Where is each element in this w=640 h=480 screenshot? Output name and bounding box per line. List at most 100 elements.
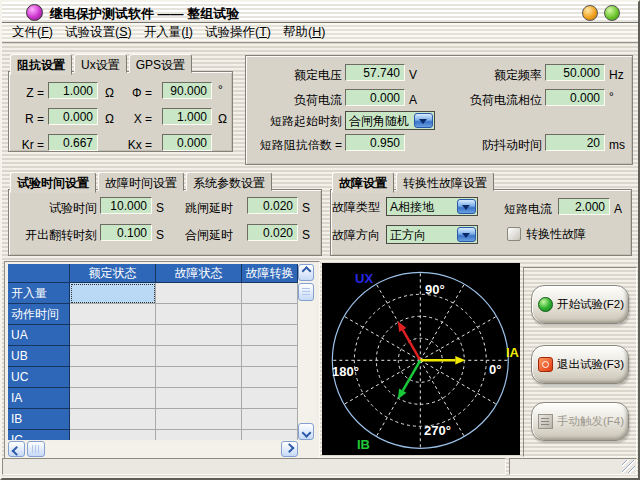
table-cell[interactable] — [242, 388, 298, 409]
horizontal-scrollbar[interactable] — [8, 441, 298, 458]
table-cell[interactable] — [242, 409, 298, 430]
source-panel: 额定电压 57.740 V 额定频率 50.000 Hz 负荷电流 0.000 … — [245, 55, 633, 165]
tab-阻抗设置[interactable]: 阻抗设置 — [10, 54, 72, 75]
load-current-input[interactable]: 0.000 — [345, 89, 405, 106]
close-button[interactable] — [604, 5, 620, 21]
table-cell[interactable] — [156, 325, 242, 346]
start-icon — [538, 297, 553, 312]
tick-270: 270° — [424, 423, 451, 438]
time-tabs: 试验时间设置故障时间设置系统参数设置 — [10, 172, 274, 190]
row-header[interactable]: IA — [8, 388, 70, 409]
table-cell[interactable] — [242, 304, 298, 325]
tab-故障设置[interactable]: 故障设置 — [332, 172, 394, 193]
x-label: X = — [116, 111, 152, 128]
fault-dir-select[interactable]: 正方向 — [386, 225, 478, 244]
scroll-right-button[interactable] — [281, 441, 298, 457]
button-label: 退出试验(F3) — [557, 357, 624, 372]
table-cell[interactable] — [242, 346, 298, 367]
row-header[interactable]: UC — [8, 367, 70, 388]
row-header[interactable]: UB — [8, 346, 70, 367]
table-cell[interactable] — [70, 283, 156, 304]
table-cell[interactable] — [70, 430, 156, 440]
row-header[interactable]: IC — [8, 430, 70, 440]
vertical-scroll-thumb[interactable] — [298, 283, 314, 301]
horizontal-scroll-thumb[interactable] — [27, 441, 45, 457]
table-cell[interactable] — [242, 283, 298, 304]
table-cell[interactable] — [156, 367, 242, 388]
minimize-button[interactable] — [582, 5, 598, 21]
table-cell[interactable] — [70, 304, 156, 325]
table-cell[interactable] — [70, 325, 156, 346]
row-header[interactable]: 开入量 — [8, 283, 70, 304]
short-start-value: 合闸角随机 — [349, 113, 409, 129]
short-start-select[interactable]: 合闸角随机 — [345, 111, 435, 130]
rated-voltage-input[interactable]: 57.740 — [345, 64, 405, 81]
tab-试验时间设置[interactable]: 试验时间设置 — [10, 172, 96, 193]
chevron-down-icon[interactable] — [457, 227, 476, 242]
menu-item[interactable]: 帮助(H) — [277, 22, 331, 43]
column-header[interactable]: 故障转换 — [242, 264, 298, 283]
column-header[interactable]: 额定状态 — [70, 264, 156, 283]
scroll-left-button[interactable] — [8, 441, 25, 457]
rated-freq-input[interactable]: 50.000 — [545, 64, 605, 81]
r-input[interactable]: 0.000 — [48, 108, 98, 125]
exit-icon — [538, 357, 553, 372]
start-test-button[interactable]: 开始试验(F2) — [531, 285, 629, 324]
tab-GPS设置[interactable]: GPS设置 — [129, 54, 192, 73]
menu-item[interactable]: 文件(F) — [6, 22, 59, 43]
kx-input[interactable]: 0.000 — [162, 134, 212, 151]
table-cell[interactable] — [156, 388, 242, 409]
convert-fault-checkbox[interactable] — [507, 227, 521, 241]
table-cell[interactable] — [242, 367, 298, 388]
app-icon — [26, 4, 43, 21]
phi-input[interactable]: 90.000 — [162, 82, 212, 99]
debounce-input[interactable]: 20 — [545, 134, 605, 151]
table-cell[interactable] — [242, 430, 298, 440]
table-cell[interactable] — [70, 409, 156, 430]
table-cell[interactable] — [242, 325, 298, 346]
exit-test-button[interactable]: 退出试验(F3) — [531, 345, 629, 384]
tab-Ux设置[interactable]: Ux设置 — [74, 54, 127, 73]
table-cell[interactable] — [156, 346, 242, 367]
menu-item[interactable]: 开入量(I) — [138, 22, 199, 43]
tab-转换性故障设置[interactable]: 转换性故障设置 — [396, 172, 494, 191]
chevron-down-icon[interactable] — [414, 113, 433, 128]
short-current-unit: A — [614, 201, 622, 218]
trip-delay-input[interactable]: 0.020 — [247, 197, 298, 214]
close-delay-input[interactable]: 0.020 — [247, 224, 298, 241]
table-cell[interactable] — [156, 430, 242, 440]
tab-系统参数设置[interactable]: 系统参数设置 — [186, 172, 272, 191]
kr-input[interactable]: 0.667 — [48, 134, 98, 151]
table-cell[interactable] — [70, 388, 156, 409]
impedance-ratio-input[interactable]: 0.950 — [345, 134, 405, 151]
scroll-down-button[interactable] — [298, 423, 314, 440]
z-input[interactable]: 1.000 — [48, 82, 98, 99]
vertical-scrollbar[interactable] — [298, 264, 315, 440]
tab-故障时间设置[interactable]: 故障时间设置 — [98, 172, 184, 191]
kx-label: Kx = — [116, 137, 152, 154]
load-phase-input[interactable]: 0.000 — [545, 89, 605, 106]
row-header[interactable]: 动作时间 — [8, 304, 70, 325]
table-cell[interactable] — [70, 346, 156, 367]
scroll-up-button[interactable] — [298, 264, 314, 281]
row-header[interactable]: IB — [8, 409, 70, 430]
menu-item[interactable]: 试验设置(S) — [59, 22, 138, 43]
table-cell[interactable] — [70, 367, 156, 388]
row-header[interactable]: UA — [8, 325, 70, 346]
short-current-input[interactable]: 2.000 — [558, 198, 610, 215]
phi-label: Φ = — [116, 85, 152, 102]
rated-voltage-label: 额定电压 — [245, 67, 342, 84]
x-input[interactable]: 1.000 — [162, 108, 212, 125]
table-cell[interactable] — [156, 304, 242, 325]
table-cell[interactable] — [156, 409, 242, 430]
table-cell[interactable] — [156, 283, 242, 304]
phasor-panel: UXIAIB90°0°180°270° — [322, 263, 520, 455]
fault-type-label: 故障类型 — [332, 199, 380, 216]
column-header[interactable]: 故障状态 — [156, 264, 242, 283]
close-delay-unit: S — [302, 227, 310, 244]
fault-panel: 故障设置转换性故障设置 故障类型 A相接地 短路电流 2.000 A 故障方向 … — [330, 172, 632, 256]
menu-item[interactable]: 试验操作(T) — [199, 22, 277, 43]
close-delay-label: 合闸延时 — [145, 227, 233, 244]
resize-grip[interactable] — [622, 460, 635, 473]
trip-delay-unit: S — [302, 200, 310, 217]
